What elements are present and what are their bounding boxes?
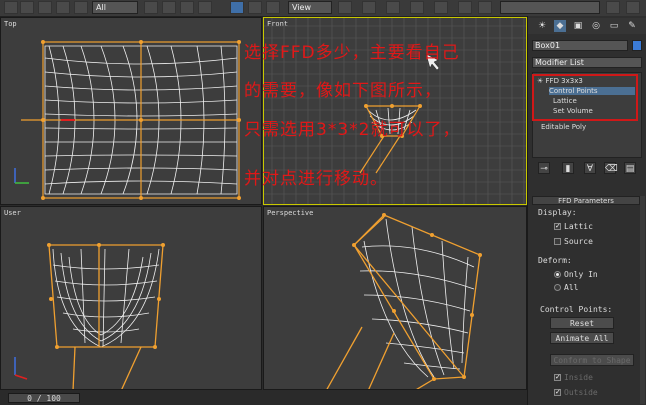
reset-button[interactable]: Reset	[550, 317, 614, 329]
perspective-view-mesh	[326, 213, 482, 389]
move-icon[interactable]	[230, 1, 244, 14]
layer-icon[interactable]	[606, 1, 620, 14]
stack-item-editable-poly[interactable]: Editable Poly	[541, 123, 586, 131]
command-panel-scrollbar[interactable]	[640, 196, 645, 404]
control-points-group-label: Control Points:	[540, 305, 613, 314]
curve-editor-icon[interactable]	[626, 1, 640, 14]
object-name-field[interactable]: Box01	[532, 40, 628, 51]
viewport-perspective[interactable]: Perspective	[263, 206, 527, 390]
annotation-line-3: 只需选用3*3*2就可以了，	[244, 120, 461, 140]
rect-region-icon[interactable]	[180, 1, 194, 14]
motion-tab-icon[interactable]: ◎	[590, 20, 602, 32]
configure-sets-icon[interactable]: ▤	[624, 162, 636, 174]
make-unique-icon[interactable]: ∀	[584, 162, 596, 174]
ffd-parameters-rollout[interactable]: FFD Parameters	[532, 196, 640, 205]
selection-filter-dropdown[interactable]: All	[92, 1, 138, 14]
utilities-tab-icon[interactable]: ✎	[626, 20, 638, 32]
command-panel: ☀ ◆ ▣ ◎ ▭ ✎ Box01 Modifier List ☀ FFD 3x…	[527, 16, 646, 405]
annotation-line-1: 选择FFD多少，主要看自己	[244, 43, 460, 63]
select-by-name-icon[interactable]	[162, 1, 176, 14]
angle-snap-icon[interactable]	[386, 1, 400, 14]
remove-modifier-icon[interactable]: ⌫	[604, 162, 618, 174]
user-view-mesh	[14, 243, 165, 389]
percent-snap-icon[interactable]	[410, 1, 424, 14]
hierarchy-tab-icon[interactable]: ▣	[572, 20, 584, 32]
mirror-icon[interactable]	[458, 1, 472, 14]
undo-icon[interactable]	[4, 1, 18, 14]
animate-all-button[interactable]: Animate All	[550, 332, 614, 344]
only-in-radio-label: Only In	[564, 270, 598, 279]
modify-tab-icon[interactable]: ◆	[554, 20, 566, 32]
snap-icon[interactable]	[362, 1, 376, 14]
annotation-line-4: 并对点进行移动。	[244, 169, 388, 189]
all-radio-label: All	[564, 283, 579, 292]
command-panel-tabs: ☀ ◆ ▣ ◎ ▭ ✎	[528, 18, 646, 34]
modifier-list-dropdown[interactable]: Modifier List	[532, 57, 642, 68]
annotation-line-2: 的需要，像如下图所示，	[244, 81, 442, 101]
outside-points-checkbox[interactable]: ✓	[554, 389, 561, 396]
pin-stack-icon[interactable]: ⊸	[538, 162, 550, 174]
only-in-radio[interactable]	[554, 271, 561, 278]
annotation-highlight-box	[532, 74, 638, 121]
stack-buttons: ⊸ ▮ ∀ ⌫ ▤	[528, 162, 646, 176]
outside-points-label: Outside	[564, 388, 598, 397]
create-tab-icon[interactable]: ☀	[536, 20, 548, 32]
lattice-checkbox[interactable]: ✓	[554, 223, 561, 230]
inside-points-checkbox[interactable]: ✓	[554, 374, 561, 381]
redo-icon[interactable]	[20, 1, 34, 14]
viewport-top[interactable]: Top	[0, 17, 262, 205]
time-slider[interactable]: 0 / 100	[8, 393, 80, 403]
inside-points-label: Inside	[564, 373, 593, 382]
show-end-result-icon[interactable]: ▮	[562, 162, 574, 174]
scale-icon[interactable]	[266, 1, 280, 14]
display-group-label: Display:	[538, 208, 577, 217]
lattice-checkbox-label: Lattic	[564, 222, 593, 231]
conform-to-shape-button[interactable]: Conform to Shape	[550, 354, 634, 366]
display-tab-icon[interactable]: ▭	[608, 20, 620, 32]
source-checkbox-label: Source	[564, 237, 593, 246]
select-icon[interactable]	[144, 1, 158, 14]
align-icon[interactable]	[478, 1, 492, 14]
rotate-icon[interactable]	[248, 1, 262, 14]
window-crossing-icon[interactable]	[198, 1, 212, 14]
reference-coord-dropdown[interactable]: View	[288, 1, 332, 14]
link-icon[interactable]	[38, 1, 52, 14]
named-selection-field[interactable]	[500, 1, 600, 14]
object-color-swatch[interactable]	[632, 40, 642, 51]
all-radio[interactable]	[554, 284, 561, 291]
main-toolbar: All View	[0, 0, 646, 17]
viewport-user[interactable]: User	[0, 206, 262, 390]
source-checkbox[interactable]	[554, 238, 561, 245]
deform-group-label: Deform:	[538, 256, 572, 265]
bind-icon[interactable]	[74, 1, 88, 14]
unlink-icon[interactable]	[56, 1, 70, 14]
pivot-icon[interactable]	[338, 1, 352, 14]
top-view-mesh	[14, 40, 241, 200]
spinner-snap-icon[interactable]	[434, 1, 448, 14]
